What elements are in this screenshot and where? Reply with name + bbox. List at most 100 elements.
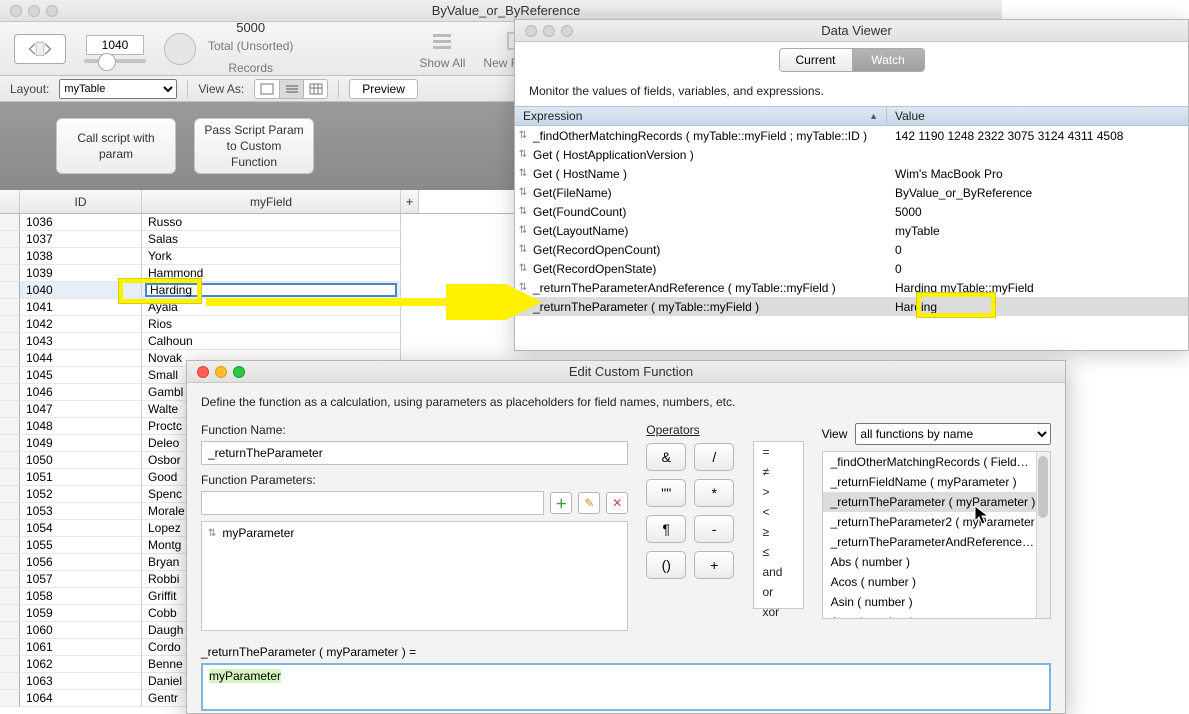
minimize-icon[interactable] — [215, 366, 227, 378]
function-item[interactable]: _returnFieldName ( myParameter ) — [823, 472, 1050, 492]
cell-myfield[interactable]: York — [142, 248, 401, 265]
drag-handle-icon[interactable]: ⇅ — [515, 244, 531, 255]
cell-id[interactable]: 1062 — [20, 656, 142, 673]
comparator-item[interactable]: ≤ — [754, 542, 802, 562]
comparator-item[interactable]: xor — [754, 602, 802, 622]
cell-id[interactable]: 1061 — [20, 639, 142, 656]
function-name-field[interactable] — [201, 441, 628, 465]
tab-current[interactable]: Current — [780, 49, 852, 71]
cell-myfield[interactable]: Salas — [142, 231, 401, 248]
cell-id[interactable]: 1047 — [20, 401, 142, 418]
cell-id[interactable]: 1057 — [20, 571, 142, 588]
view-table-button[interactable] — [303, 80, 327, 98]
show-all-button[interactable]: Show All — [419, 28, 465, 70]
drag-handle-icon[interactable]: ⇅ — [515, 168, 531, 179]
operator-button[interactable]: / — [694, 443, 734, 471]
add-field-button[interactable]: + — [401, 190, 419, 213]
calculation-field[interactable]: myParameter — [201, 663, 1051, 711]
watch-row[interactable]: ⇅Get ( HostApplicationVersion ) — [515, 145, 1188, 164]
watch-row[interactable]: ⇅Get(RecordOpenState)0 — [515, 259, 1188, 278]
function-item[interactable]: _returnTheParameterAndReference… — [823, 532, 1050, 552]
cell-id[interactable]: 1044 — [20, 350, 142, 367]
close-icon[interactable] — [197, 366, 209, 378]
watch-row[interactable]: ⇅_returnTheParameter ( myTable::myField … — [515, 297, 1188, 316]
operator-button[interactable]: * — [694, 479, 734, 507]
call-script-button[interactable]: Call script with param — [56, 118, 176, 174]
cell-myfield[interactable]: Harding — [142, 282, 401, 299]
cell-id[interactable]: 1064 — [20, 690, 142, 707]
comparator-item[interactable]: < — [754, 502, 802, 522]
view-select[interactable]: all functions by name — [855, 423, 1051, 445]
watch-row[interactable]: ⇅Get(LayoutName)myTable — [515, 221, 1188, 240]
record-navigator[interactable] — [14, 34, 66, 64]
function-item[interactable]: _returnTheParameter2 ( myParameter ) — [823, 512, 1050, 532]
drag-handle-icon[interactable]: ⇅ — [515, 206, 531, 217]
cell-id[interactable]: 1038 — [20, 248, 142, 265]
drag-handle-icon[interactable]: ⇅ — [515, 263, 531, 274]
cell-id[interactable]: 1039 — [20, 265, 142, 282]
cell-myfield[interactable]: Ayala — [142, 299, 401, 316]
comparator-item[interactable]: = — [754, 442, 802, 462]
drag-handle-icon[interactable]: ⇅ — [515, 282, 531, 293]
tab-watch[interactable]: Watch — [852, 49, 924, 71]
operator-button[interactable]: "" — [646, 479, 686, 507]
close-icon[interactable] — [525, 25, 537, 37]
cell-id[interactable]: 1042 — [20, 316, 142, 333]
function-item[interactable]: Abs ( number ) — [823, 552, 1050, 572]
cell-myfield[interactable]: Hammond — [142, 265, 401, 282]
function-item[interactable]: Acos ( number ) — [823, 572, 1050, 592]
dv-col-value[interactable]: Value — [887, 107, 1188, 125]
cell-id[interactable]: 1046 — [20, 384, 142, 401]
view-form-button[interactable] — [255, 80, 279, 98]
comparator-item[interactable]: ≠ — [754, 462, 802, 482]
cell-id[interactable]: 1037 — [20, 231, 142, 248]
layout-select[interactable]: myTable — [59, 79, 177, 99]
cell-id[interactable]: 1036 — [20, 214, 142, 231]
watch-row[interactable]: ⇅Get(RecordOpenCount)0 — [515, 240, 1188, 259]
cell-id[interactable]: 1056 — [20, 554, 142, 571]
watch-row[interactable]: ⇅_returnTheParameterAndReference ( myTab… — [515, 278, 1188, 297]
cell-id[interactable]: 1040 — [20, 282, 142, 299]
delete-parameter-button[interactable]: ✕ — [606, 492, 628, 514]
operator-button[interactable]: + — [694, 551, 734, 579]
cell-id[interactable]: 1051 — [20, 469, 142, 486]
cell-id[interactable]: 1052 — [20, 486, 142, 503]
comparator-item[interactable]: ≥ — [754, 522, 802, 542]
field-editor[interactable]: Harding — [145, 283, 397, 297]
edit-parameter-button[interactable]: ✎ — [578, 492, 600, 514]
col-id[interactable]: ID — [20, 190, 142, 213]
drag-handle-icon[interactable]: ⇅ — [515, 187, 531, 198]
cell-myfield[interactable]: Calhoun — [142, 333, 401, 350]
operator-button[interactable]: () — [646, 551, 686, 579]
minimize-icon[interactable] — [543, 25, 555, 37]
operator-button[interactable]: ¶ — [646, 515, 686, 543]
comparator-item[interactable]: > — [754, 482, 802, 502]
cell-id[interactable]: 1055 — [20, 537, 142, 554]
drag-handle-icon[interactable]: ⇅ — [515, 149, 531, 160]
operator-button[interactable]: - — [694, 515, 734, 543]
cell-id[interactable]: 1059 — [20, 605, 142, 622]
col-myfield[interactable]: myField — [142, 190, 401, 213]
drag-handle-icon[interactable]: ⇅ — [515, 301, 531, 312]
cell-id[interactable]: 1041 — [20, 299, 142, 316]
cell-id[interactable]: 1054 — [20, 520, 142, 537]
watch-row[interactable]: ⇅Get(FileName)ByValue_or_ByReference — [515, 183, 1188, 202]
watch-row[interactable]: ⇅Get ( HostName )Wim's MacBook Pro — [515, 164, 1188, 183]
function-item[interactable]: _findOtherMatchingRecords ( Field… — [823, 452, 1050, 472]
scrollbar-thumb[interactable] — [1038, 456, 1048, 518]
operator-button[interactable]: & — [646, 443, 686, 471]
cell-myfield[interactable]: Russo — [142, 214, 401, 231]
close-icon[interactable] — [10, 5, 22, 17]
record-number-field[interactable]: 1040 — [86, 35, 144, 55]
parameter-item[interactable]: ⇅myParameter — [202, 522, 627, 544]
cell-id[interactable]: 1063 — [20, 673, 142, 690]
comparator-item[interactable]: or — [754, 582, 802, 602]
cell-id[interactable]: 1050 — [20, 452, 142, 469]
function-item[interactable]: Asin ( number ) — [823, 592, 1050, 612]
function-list[interactable]: _findOtherMatchingRecords ( Field…_retur… — [822, 451, 1051, 619]
found-set-pie-icon[interactable] — [164, 33, 196, 65]
cell-id[interactable]: 1049 — [20, 435, 142, 452]
cell-id[interactable]: 1045 — [20, 367, 142, 384]
drag-handle-icon[interactable]: ⇅ — [208, 528, 216, 539]
cell-myfield[interactable]: Rios — [142, 316, 401, 333]
